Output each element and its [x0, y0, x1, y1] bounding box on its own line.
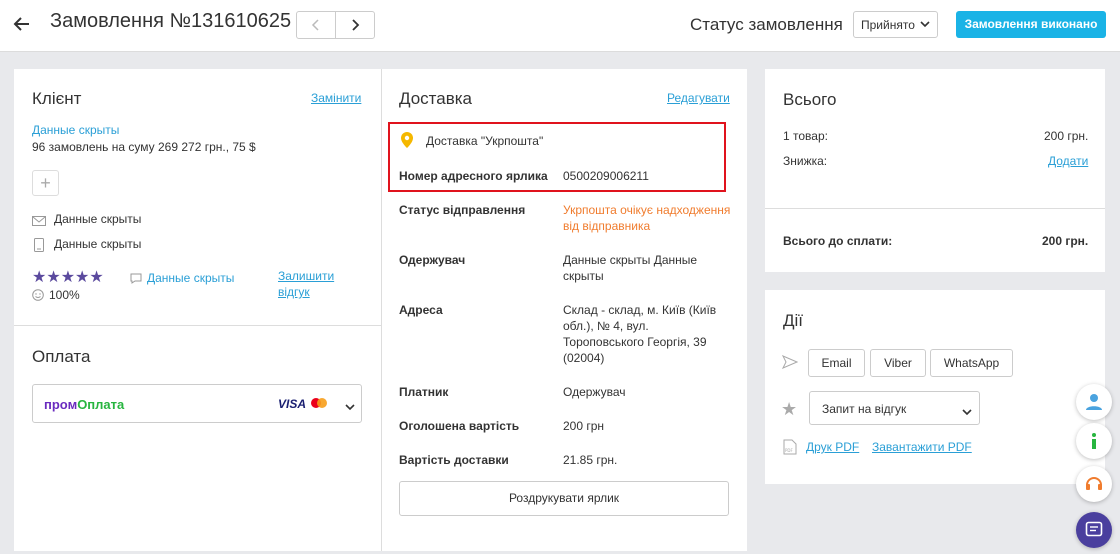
- chat-button[interactable]: [1076, 512, 1112, 548]
- actions-heading: Дії: [783, 311, 804, 330]
- items-label: 1 товар:: [783, 129, 828, 143]
- client-name-link[interactable]: Данные скрыты: [32, 123, 119, 137]
- headset-support-button[interactable]: [1076, 466, 1112, 502]
- value-delivery-cost: 21.85 грн.: [563, 453, 618, 467]
- top-bar: Замовлення №131610625 Статус замовлення …: [0, 0, 1120, 52]
- info-icon: [1092, 433, 1096, 449]
- page-title: Замовлення №131610625: [50, 10, 292, 32]
- to-pay-value: 200 грн.: [1042, 234, 1089, 248]
- status-select[interactable]: Прийнято: [853, 11, 938, 38]
- divider: [14, 325, 381, 326]
- pdf-icon: PDF: [783, 439, 797, 458]
- value-declared-value: 200 грн: [563, 419, 605, 433]
- smile-icon: [32, 289, 44, 304]
- label-status: Статус відправлення: [399, 203, 526, 217]
- review-request-value: Запит на відгук: [822, 402, 907, 416]
- value-address: Склад - склад, м. Київ (Київ обл.), № 4,…: [563, 303, 717, 365]
- leave-review-link-line1[interactable]: Залишити: [278, 269, 334, 283]
- star-icon: ★: [781, 399, 798, 419]
- prom-brand: пром: [44, 397, 78, 412]
- svg-text:PDF: PDF: [785, 448, 793, 453]
- value-payer: Одержувач: [563, 385, 626, 399]
- send-viber-button[interactable]: Viber: [870, 349, 926, 377]
- label-number: Номер адресного ярлика: [399, 169, 548, 183]
- total-heading: Всього: [783, 90, 837, 109]
- location-pin-icon: [401, 132, 413, 151]
- star-icon: ★: [32, 269, 47, 286]
- visa-logo: VISA: [278, 397, 307, 411]
- value-status: Укрпошта очікує надходження від відправн…: [563, 203, 731, 233]
- edit-delivery-link[interactable]: Редагувати: [667, 91, 730, 105]
- star-icon: ★: [60, 269, 76, 286]
- client-email: Данные скрыты: [54, 212, 142, 226]
- actions-card: [765, 290, 1105, 484]
- review-request-select[interactable]: Запит на відгук: [809, 391, 980, 425]
- chevron-down-icon: [345, 399, 355, 414]
- payment-heading: Оплата: [32, 347, 91, 366]
- delivery-method: Доставка "Укрпошта": [426, 134, 544, 148]
- change-client-link[interactable]: Замінити: [311, 91, 361, 105]
- send-email-button[interactable]: Email: [808, 349, 865, 377]
- oplata-brand: Оплата: [77, 397, 125, 412]
- payment-method-select[interactable]: промОплата VISA: [32, 384, 362, 423]
- chevron-down-icon: [920, 21, 930, 28]
- delivery-heading: Доставка: [399, 89, 473, 108]
- order-done-button[interactable]: Замовлення виконано: [956, 11, 1106, 38]
- client-orders-summary: 96 замовлень на суму 269 272 грн., 75 $: [32, 140, 256, 154]
- rating-percent: 100%: [49, 288, 80, 302]
- chevron-right-icon: [352, 19, 360, 31]
- label-address: Адреса: [399, 303, 443, 317]
- divider: [765, 208, 1105, 209]
- client-heading: Клієнт: [32, 89, 82, 108]
- back-arrow-icon[interactable]: [10, 12, 34, 36]
- star-icon: ★: [75, 269, 90, 286]
- user-support-button[interactable]: [1076, 384, 1112, 420]
- send-whatsapp-button[interactable]: WhatsApp: [930, 349, 1013, 377]
- print-pdf-link[interactable]: Друк PDF: [806, 440, 859, 454]
- label-recipient: Одержувач: [399, 253, 466, 267]
- review-user-link[interactable]: Данные скрыты: [147, 271, 234, 285]
- leave-review-link-line2[interactable]: відгук: [278, 285, 310, 299]
- chevron-left-icon: [311, 19, 319, 31]
- email-icon: [32, 214, 46, 229]
- order-navigation: [296, 11, 375, 39]
- comment-icon: [130, 272, 142, 287]
- value-recipient: Данные скрыты Данные скрыты: [563, 253, 698, 283]
- rating-stars: ★★★★★: [32, 267, 104, 287]
- value-number: 0500209006211: [563, 169, 649, 183]
- label-delivery-cost: Вартість доставки: [399, 453, 509, 467]
- label-declared-value: Оголошена вартість: [399, 419, 520, 433]
- client-phone: Данные скрыты: [54, 237, 142, 251]
- mastercard-icon: [310, 397, 328, 412]
- chat-icon: [1085, 521, 1103, 537]
- star-icon: ★: [89, 269, 104, 286]
- add-tag-button[interactable]: +: [32, 170, 59, 196]
- user-icon: [1086, 394, 1102, 410]
- status-label: Статус замовлення: [690, 15, 843, 34]
- headset-icon: [1086, 477, 1102, 490]
- next-order-button[interactable]: [336, 12, 374, 38]
- to-pay-label: Всього до сплати:: [783, 234, 893, 248]
- print-label-button[interactable]: Роздрукувати ярлик: [399, 481, 729, 516]
- items-value: 200 грн.: [1044, 129, 1089, 143]
- label-payer: Платник: [399, 385, 449, 399]
- phone-icon: [34, 238, 44, 255]
- send-icon: [781, 355, 799, 372]
- chevron-down-icon: [962, 404, 972, 419]
- discount-label: Знижка:: [783, 154, 828, 168]
- add-discount-link[interactable]: Додати: [1048, 154, 1088, 168]
- star-icon: ★: [46, 269, 61, 286]
- info-button[interactable]: [1076, 423, 1112, 459]
- prev-order-button[interactable]: [297, 12, 336, 38]
- download-pdf-link[interactable]: Завантажити PDF: [872, 440, 972, 454]
- status-value: Прийнято: [861, 18, 915, 32]
